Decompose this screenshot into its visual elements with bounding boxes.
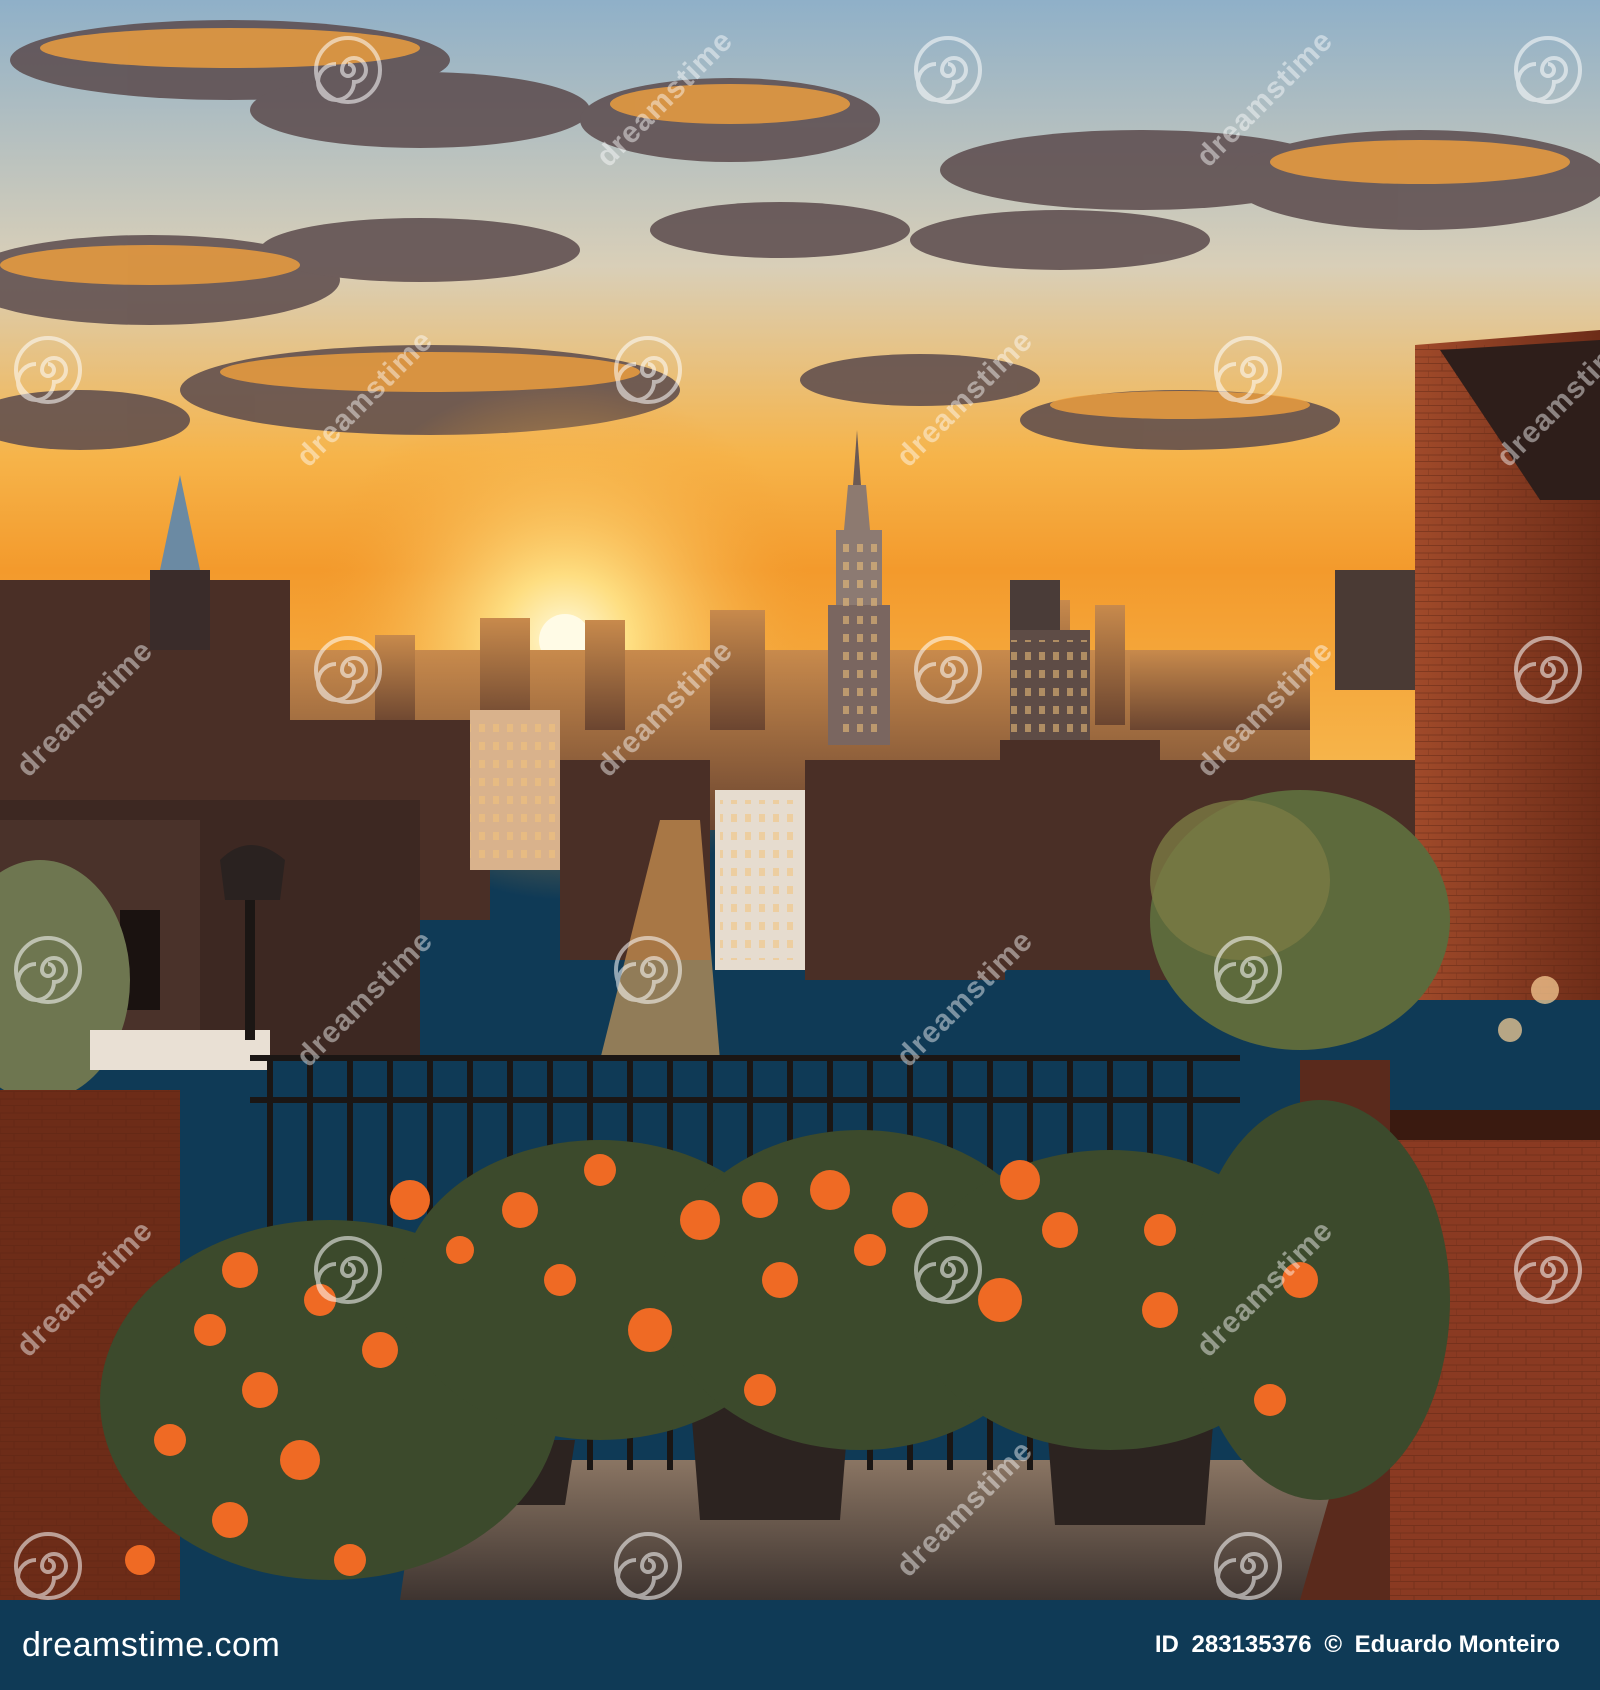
copyright-symbol: © [1324, 1631, 1342, 1658]
parapet-cap [90, 1030, 270, 1070]
city-sunset-illustration [0, 0, 1600, 1600]
footer-bar: dreamstime.com ID 283135376 © Eduardo Mo… [0, 1600, 1600, 1690]
author-name[interactable]: Eduardo Monteiro [1355, 1631, 1560, 1658]
stock-photo-page: dreamstime dreamstime dreamstime dreamst… [0, 0, 1600, 1690]
image-id: 283135376 [1191, 1631, 1312, 1658]
city-sunset-photo [0, 0, 1600, 1600]
id-label: ID [1154, 1631, 1179, 1658]
site-name[interactable]: dreamstime.com [22, 1626, 280, 1665]
image-credit: ID 283135376 © Eduardo Monteiro [1149, 1631, 1560, 1659]
